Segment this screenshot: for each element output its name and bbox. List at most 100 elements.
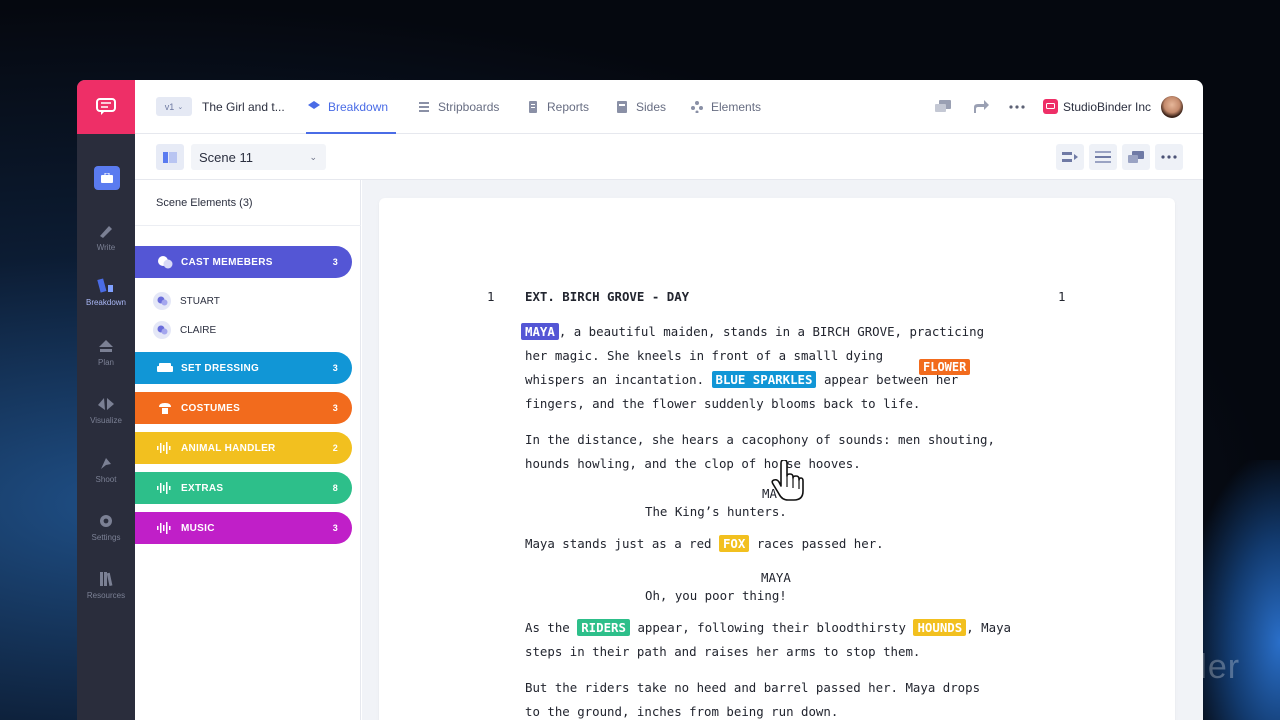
category-label: ANIMAL HANDLER [181, 442, 276, 454]
list-icon [419, 102, 429, 112]
visualize-icon [98, 398, 114, 410]
tagged-element-fox[interactable]: FOX [718, 535, 750, 552]
cast-item-stuart[interactable]: STUART [153, 292, 220, 310]
scene-select-value: Scene 11 [199, 149, 253, 165]
app-logo[interactable] [77, 80, 135, 134]
category-music[interactable]: MUSIC 3 [135, 512, 352, 544]
script-text-run: , a beautiful maiden, stands in a BIRCH … [558, 324, 985, 339]
tab-reports[interactable]: Reports [527, 80, 589, 134]
masks-icon [153, 292, 171, 310]
rail-item-label: Resources [86, 591, 126, 600]
rail-item-label: Write [96, 243, 116, 252]
script-text-run: As the [525, 620, 578, 635]
script-text-run: , Maya [966, 620, 1011, 635]
scene-toolbar: Scene 11 ⌄ [135, 134, 1203, 180]
rail-item-label: Plan [97, 358, 114, 367]
divider [135, 225, 361, 226]
sides-icon [617, 101, 627, 113]
category-count: 3 [332, 403, 338, 413]
script-line: hounds howling, and the clop of horse ho… [525, 456, 861, 471]
project-title[interactable]: The Girl and t... [202, 100, 285, 114]
layout-button[interactable] [1089, 144, 1117, 170]
category-label: EXTRAS [181, 482, 224, 494]
user-avatar[interactable] [1161, 96, 1183, 118]
version-label: v1 [164, 101, 175, 112]
tab-label: Stripboards [438, 100, 500, 114]
script-line: steps in their path and raises her arms … [525, 644, 921, 659]
layers-icon [308, 101, 320, 109]
rail-item-label: Shoot [95, 475, 117, 484]
tab-elements[interactable]: Elements [691, 80, 761, 134]
elements-icon [691, 101, 703, 113]
masks-icon [156, 255, 173, 269]
chevron-down-icon: ⌄ [309, 152, 317, 162]
layout-icon [1095, 151, 1111, 163]
category-count: 2 [332, 443, 338, 453]
category-label: SET DRESSING [181, 362, 260, 374]
scene-number-right: 1 [1058, 289, 1066, 304]
tab-label: Reports [547, 100, 590, 114]
more-horizontal-icon [1009, 105, 1025, 109]
company-switcher[interactable]: StudioBinder Inc [1043, 99, 1151, 114]
category-count: 8 [332, 483, 338, 493]
rail-item-resources[interactable]: Resources [77, 571, 135, 600]
script-line: But the riders take no heed and barrel p… [525, 680, 981, 695]
category-extras[interactable]: EXTRAS 8 [135, 472, 352, 504]
rail-item-plan[interactable]: Plan [77, 338, 135, 367]
category-label: CAST MEMEBERS [181, 256, 273, 268]
toggle-panel-button[interactable] [156, 144, 184, 170]
rail-item-label: Settings [91, 533, 121, 542]
share-button[interactable] [971, 97, 991, 117]
script-text-run: Maya stands just as a red [525, 536, 719, 551]
plan-icon [99, 340, 113, 352]
tagged-element-maya[interactable]: MAYA [521, 323, 559, 340]
gear-icon [100, 515, 112, 527]
version-select[interactable]: v1 ⌄ [156, 97, 192, 116]
project-home-button[interactable] [94, 166, 120, 190]
scene-heading[interactable]: EXT. BIRCH GROVE - DAY [525, 289, 689, 304]
tagged-element-riders[interactable]: RIDERS [577, 619, 630, 636]
dialogue-character: MAYA [761, 570, 791, 585]
script-text-run: races passed her. [749, 536, 884, 551]
tagged-element-blue-sparkles[interactable]: BLUE SPARKLES [711, 371, 817, 388]
category-label: COSTUMES [181, 402, 241, 414]
tab-stripboards[interactable]: Stripboards [418, 80, 499, 134]
tab-breakdown[interactable]: Breakdown [306, 80, 396, 134]
rail-item-write[interactable]: Write [77, 223, 135, 252]
rail-item-shoot[interactable]: Shoot [77, 455, 135, 484]
rail-item-settings[interactable]: Settings [77, 513, 135, 542]
pencil-icon [100, 226, 112, 238]
category-cast-members[interactable]: CAST MEMEBERS 3 [135, 246, 352, 278]
script-line: As the RIDERS appear, following their bl… [525, 619, 1011, 636]
briefcase-icon [101, 173, 113, 183]
chevron-down-icon: ⌄ [177, 103, 184, 111]
category-animal-handler[interactable]: ANIMAL HANDLER 2 [135, 432, 352, 464]
category-costumes[interactable]: COSTUMES 3 [135, 392, 352, 424]
category-count: 3 [332, 523, 338, 533]
company-logo-icon [1043, 99, 1058, 114]
tagged-element-hounds[interactable]: HOUNDS [913, 619, 967, 636]
dragged-tag-flower[interactable]: FLOWER [919, 359, 971, 375]
top-bar: v1 ⌄ The Girl and t... Breakdown Stripbo… [135, 80, 1203, 134]
tab-label: Sides [636, 100, 667, 114]
category-set-dressing[interactable]: SET DRESSING 3 [135, 352, 352, 384]
comments-button[interactable] [933, 97, 953, 117]
dialogue-line: The King’s hunters. [645, 504, 787, 519]
rail-item-visualize[interactable]: Visualize [77, 396, 135, 425]
share-icon [974, 100, 989, 113]
tab-sides[interactable]: Sides [616, 80, 666, 134]
notes-button[interactable] [1122, 144, 1150, 170]
rail-item-label: Visualize [90, 416, 122, 425]
script-line: Maya stands just as a red FOX races pass… [525, 535, 884, 552]
more-options-button[interactable] [1007, 97, 1027, 117]
more-options-button[interactable] [1155, 144, 1183, 170]
cast-item-claire[interactable]: CLAIRE [153, 321, 216, 339]
reorder-icon [1062, 152, 1078, 162]
reorder-button[interactable] [1056, 144, 1084, 170]
tab-label: Elements [711, 100, 762, 114]
scene-select[interactable]: Scene 11 ⌄ [191, 144, 326, 170]
rail-item-breakdown[interactable]: Breakdown [77, 278, 135, 307]
rail-item-label: Breakdown [85, 298, 127, 307]
costume-icon [156, 401, 173, 415]
script-line: whispers an incantation. BLUE SPARKLES a… [525, 371, 958, 388]
